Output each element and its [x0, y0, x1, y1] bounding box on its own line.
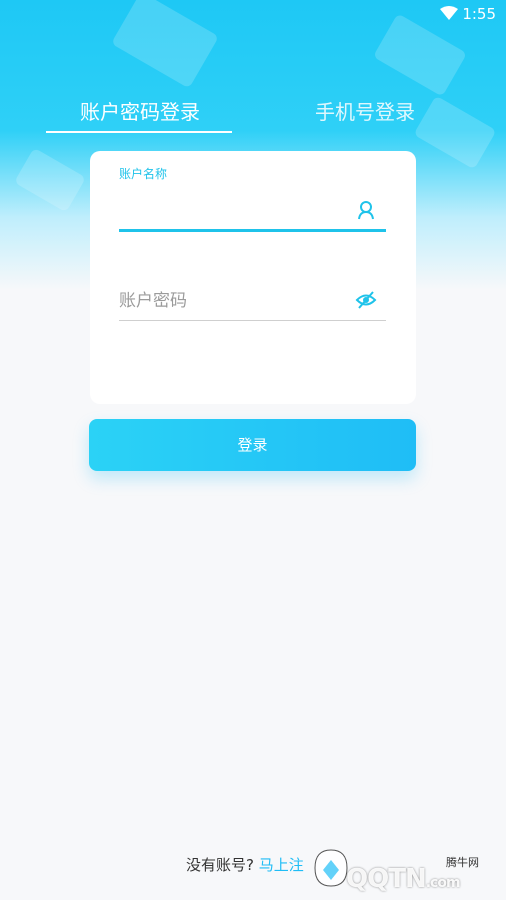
password-underline [119, 320, 386, 321]
register-prompt: 没有账号? 马上注 [186, 854, 304, 875]
tab-phone-login[interactable]: 手机号登录 [290, 96, 440, 125]
watermark-suffix: .com [425, 875, 461, 891]
wifi-icon [440, 6, 458, 20]
user-icon [358, 201, 374, 220]
status-bar: 1:55 [0, 0, 506, 28]
watermark-site: 腾牛网 [446, 856, 479, 869]
login-button[interactable]: 登录 [89, 419, 416, 471]
watermark: QQTN.com 腾牛网 [300, 848, 500, 896]
register-link[interactable]: 马上注 [259, 856, 304, 874]
login-form-card: 账户名称 账户密码 [90, 151, 416, 404]
status-time: 1:55 [462, 5, 496, 23]
password-field[interactable]: 账户密码 [119, 286, 187, 311]
watermark-brand-text: QQTN [346, 864, 427, 894]
username-underline [119, 229, 386, 232]
eye-off-icon[interactable] [355, 290, 377, 310]
active-tab-indicator [46, 131, 232, 133]
username-field[interactable] [119, 187, 349, 227]
username-label: 账户名称 [119, 167, 168, 181]
no-account-text: 没有账号? [186, 856, 254, 874]
watermark-brand: QQTN.com [346, 864, 461, 894]
tab-account-login[interactable]: 账户密码登录 [48, 96, 232, 125]
